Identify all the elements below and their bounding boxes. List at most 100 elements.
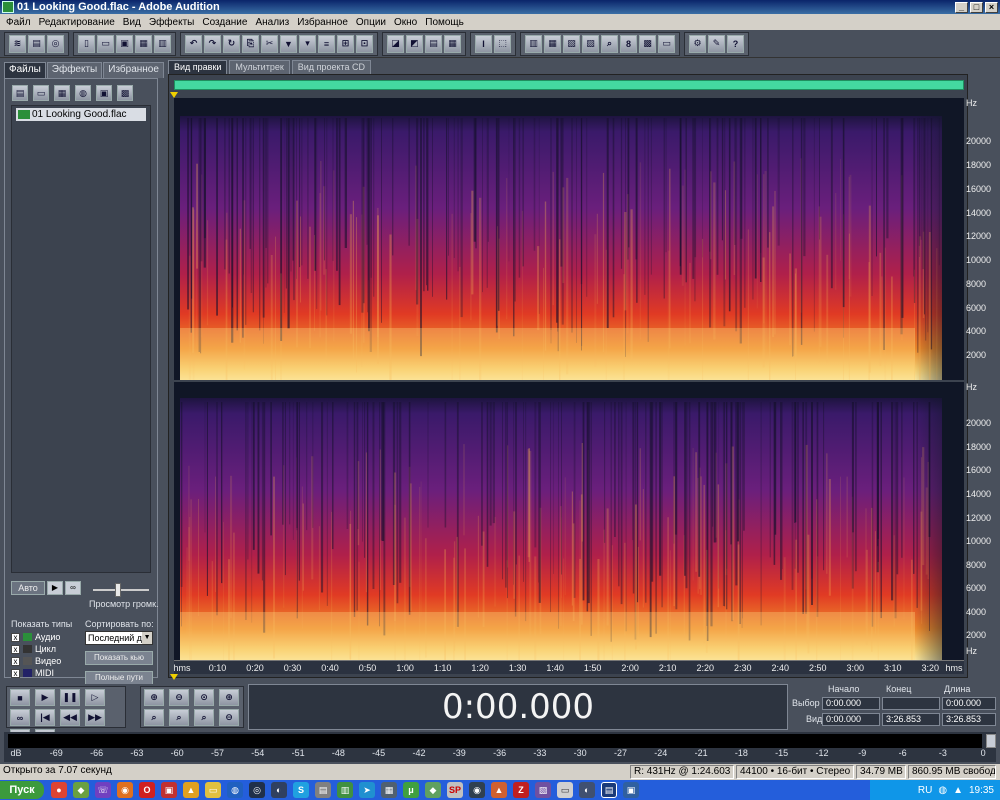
- app-icon[interactable]: ◐: [271, 782, 287, 798]
- spectrogram-right-channel[interactable]: [174, 382, 964, 660]
- copy-icon[interactable]: ⎘: [242, 34, 259, 53]
- overview-bar[interactable]: [174, 80, 964, 90]
- menu-analyze[interactable]: Анализ: [251, 17, 293, 28]
- repeat-icon[interactable]: ↻: [223, 34, 240, 53]
- torrent-icon[interactable]: μ: [403, 782, 419, 798]
- show-cue-button[interactable]: Показать кью: [85, 651, 153, 665]
- marquee-tool-icon[interactable]: ⬚: [494, 34, 511, 53]
- zoom-in-vertical-icon[interactable]: ⊕: [219, 689, 239, 706]
- preview-volume-slider[interactable]: [91, 583, 151, 597]
- globe-icon[interactable]: ◍: [227, 782, 243, 798]
- spectrogram-left-channel[interactable]: [174, 98, 964, 380]
- tab-multitrack[interactable]: Мультитрек: [229, 60, 290, 74]
- chevron-down-icon[interactable]: ▼: [142, 632, 152, 644]
- eye-icon[interactable]: ◉: [469, 782, 485, 798]
- view-start-field[interactable]: 0:00.000: [822, 713, 880, 726]
- app-icon[interactable]: ▤: [315, 782, 331, 798]
- tray-icon[interactable]: ◍: [938, 785, 947, 796]
- chrome-icon[interactable]: ●: [51, 782, 67, 798]
- app-icon[interactable]: ▭: [557, 782, 573, 798]
- tab-files[interactable]: Файлы: [4, 62, 46, 78]
- waveform-display-icon[interactable]: ◩: [406, 34, 423, 53]
- paste-new-icon[interactable]: ▾: [299, 34, 316, 53]
- type-audio[interactable]: x Аудио: [11, 631, 81, 643]
- frequency-analysis-icon[interactable]: ▥: [525, 34, 542, 53]
- checkbox[interactable]: x: [11, 644, 20, 654]
- viber-icon[interactable]: ☏: [95, 782, 111, 798]
- app-icon[interactable]: ◐: [579, 782, 595, 798]
- splan-icon[interactable]: SP: [447, 782, 463, 798]
- tab-cd-project[interactable]: Вид проекта CD: [291, 60, 372, 74]
- view-length-field[interactable]: 3:26.853: [942, 713, 996, 726]
- slider-thumb[interactable]: [115, 583, 121, 597]
- selection-start-field[interactable]: 0:00.000: [822, 697, 880, 710]
- stop-icon[interactable]: ■: [10, 689, 30, 706]
- edit-view-icon[interactable]: ≋: [9, 34, 26, 53]
- tray-icon[interactable]: ▲: [953, 785, 963, 796]
- menu-favorites[interactable]: Избранное: [293, 17, 352, 28]
- meter-options-button[interactable]: [986, 734, 996, 748]
- new-file-icon[interactable]: ▯: [78, 34, 95, 53]
- steam-icon[interactable]: ◎: [249, 782, 265, 798]
- open-file-icon[interactable]: ▭: [97, 34, 114, 53]
- list-item[interactable]: 01 Looking Good.flac: [16, 108, 146, 121]
- cd-project-icon[interactable]: ◎: [47, 34, 64, 53]
- selection-end-field[interactable]: [882, 697, 940, 710]
- loop-icon[interactable]: ∞: [65, 581, 81, 595]
- statistics-icon[interactable]: ▨: [582, 34, 599, 53]
- loop-play-icon[interactable]: ∞: [10, 709, 30, 726]
- app-icon[interactable]: ▦: [381, 782, 397, 798]
- pause-icon[interactable]: ❚❚: [60, 689, 80, 706]
- telegram-icon[interactable]: ➤: [359, 782, 375, 798]
- crop-icon[interactable]: ⊡: [356, 34, 373, 53]
- undo-icon[interactable]: ↶: [185, 34, 202, 53]
- zoom-left-icon[interactable]: ⌕: [144, 709, 164, 726]
- zoom-out-icon[interactable]: ⊖: [169, 689, 189, 706]
- bit-depth-icon[interactable]: 8: [620, 34, 637, 53]
- phase-analysis-icon[interactable]: ▦: [544, 34, 561, 53]
- app-icon[interactable]: ▥: [337, 782, 353, 798]
- menu-file[interactable]: Файл: [2, 17, 35, 28]
- paste-icon[interactable]: ▼: [280, 34, 297, 53]
- skype-icon[interactable]: S: [293, 782, 309, 798]
- insert-file-icon[interactable]: ◍: [75, 85, 91, 101]
- app-icon[interactable]: ▣: [623, 782, 639, 798]
- spectral-display-icon[interactable]: ◪: [387, 34, 404, 53]
- zoom-full-icon[interactable]: ⊙: [194, 689, 214, 706]
- full-paths-button[interactable]: Полные пути: [85, 671, 153, 685]
- phase-display-icon[interactable]: ▦: [444, 34, 461, 53]
- help-icon[interactable]: ?: [727, 34, 744, 53]
- options-icon[interactable]: ▩: [117, 85, 133, 101]
- play-to-end-icon[interactable]: ▷: [85, 689, 105, 706]
- checkbox[interactable]: x: [11, 656, 20, 666]
- menu-help[interactable]: Помощь: [421, 17, 468, 28]
- type-video[interactable]: x Видео: [11, 655, 81, 667]
- aimp-icon[interactable]: ▲: [183, 782, 199, 798]
- audition-icon[interactable]: ▤: [601, 782, 617, 798]
- app-icon[interactable]: ▣: [161, 782, 177, 798]
- amplitude-icon[interactable]: ▧: [563, 34, 580, 53]
- file-list[interactable]: 01 Looking Good.flac: [11, 105, 151, 573]
- menu-edit[interactable]: Редактирование: [35, 17, 119, 28]
- time-ruler[interactable]: hms 0:10 0:20 0:30 0:40 0:50 1:00 1:10 1:20 1:30 1…: [173, 660, 964, 674]
- start-button[interactable]: Пуск: [0, 781, 44, 799]
- maximize-button[interactable]: □: [970, 1, 983, 13]
- language-indicator[interactable]: RU: [918, 785, 932, 796]
- menu-view[interactable]: Вид: [119, 17, 145, 28]
- save-all-icon[interactable]: ▥: [154, 34, 171, 53]
- menu-options[interactable]: Опции: [352, 17, 390, 28]
- selection-length-field[interactable]: 0:00.000: [942, 697, 996, 710]
- type-loop[interactable]: x Цикл: [11, 643, 81, 655]
- insert-cd-icon[interactable]: ▣: [96, 85, 112, 101]
- zoom-out-vertical-icon[interactable]: ⊖: [219, 709, 239, 726]
- zoom-analysis-icon[interactable]: ⌕: [601, 34, 618, 53]
- notes-icon[interactable]: ✎: [708, 34, 725, 53]
- regions-icon[interactable]: ▭: [658, 34, 675, 53]
- firefox-icon[interactable]: ◉: [117, 782, 133, 798]
- pan-display-icon[interactable]: ▤: [425, 34, 442, 53]
- play-icon[interactable]: ▶: [47, 581, 63, 595]
- checkbox[interactable]: x: [11, 632, 20, 642]
- tab-edit-view[interactable]: Вид правки: [168, 60, 228, 74]
- app-icon[interactable]: ▧: [535, 782, 551, 798]
- tab-effects[interactable]: Эффекты: [46, 62, 103, 78]
